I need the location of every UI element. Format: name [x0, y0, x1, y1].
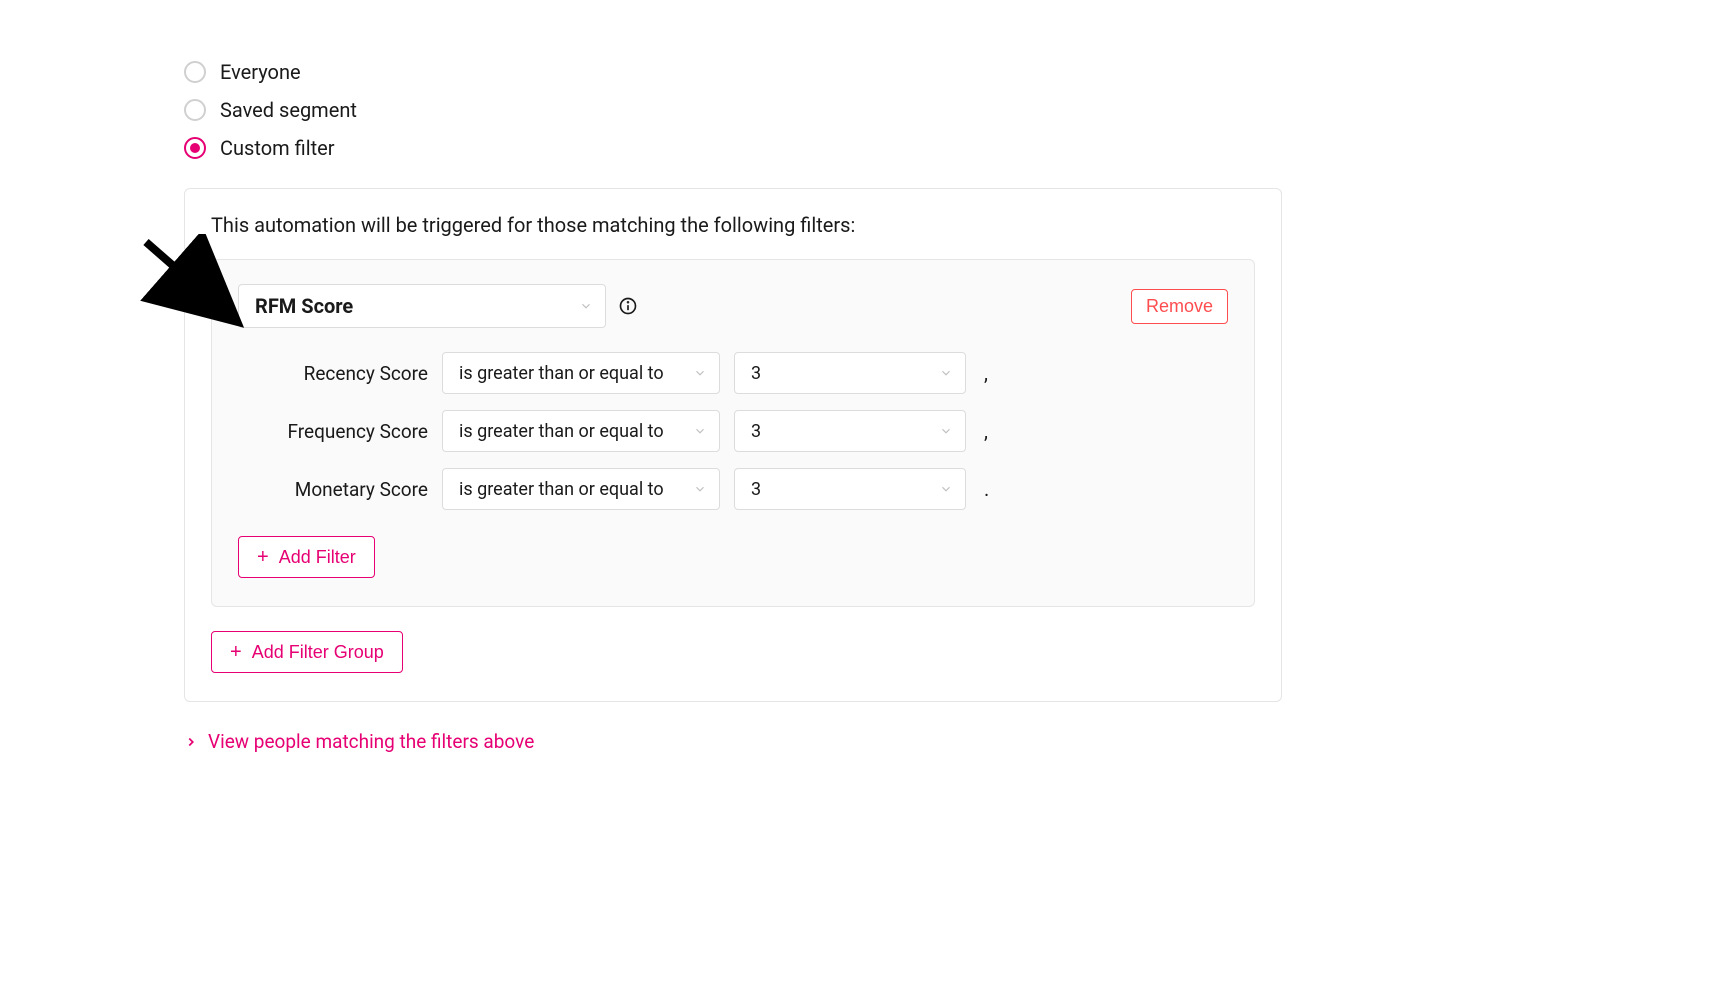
radio-label: Everyone	[220, 60, 301, 84]
chevron-down-icon	[939, 482, 953, 496]
filter-value: 3	[751, 363, 761, 384]
audience-type-radio-group: Everyone Saved segment Custom filter	[184, 60, 1721, 160]
row-punctuation: .	[980, 477, 989, 501]
filter-value-select[interactable]: 3	[734, 468, 966, 510]
filter-type-label: RFM Score	[255, 294, 353, 318]
radio-option-saved-segment[interactable]: Saved segment	[184, 98, 1721, 122]
plus-icon: +	[257, 547, 269, 567]
filter-rows: Recency Score is greater than or equal t…	[238, 352, 1228, 510]
filter-operator-select[interactable]: is greater than or equal to	[442, 410, 720, 452]
filter-param-label: Recency Score	[278, 362, 428, 385]
chevron-down-icon	[939, 366, 953, 380]
chevron-right-icon	[184, 735, 198, 749]
plus-icon: +	[230, 642, 242, 662]
add-filter-button[interactable]: + Add Filter	[238, 536, 375, 578]
remove-filter-group-button[interactable]: Remove	[1131, 289, 1228, 324]
intro-text: This automation will be triggered for th…	[211, 213, 1255, 237]
filter-operator-select[interactable]: is greater than or equal to	[442, 352, 720, 394]
row-punctuation: ,	[980, 419, 988, 443]
radio-label: Saved segment	[220, 98, 357, 122]
radio-label: Custom filter	[220, 136, 335, 160]
add-filter-group-button[interactable]: + Add Filter Group	[211, 631, 403, 673]
filter-value: 3	[751, 479, 761, 500]
info-icon[interactable]	[618, 296, 638, 316]
radio-option-everyone[interactable]: Everyone	[184, 60, 1721, 84]
view-matching-people-link[interactable]: View people matching the filters above	[184, 730, 534, 753]
radio-icon	[184, 99, 206, 121]
filter-row-frequency: Frequency Score is greater than or equal…	[238, 410, 1228, 452]
filter-value: 3	[751, 421, 761, 442]
filter-row-recency: Recency Score is greater than or equal t…	[238, 352, 1228, 394]
radio-icon	[184, 61, 206, 83]
chevron-down-icon	[939, 424, 953, 438]
filter-row-monetary: Monetary Score is greater than or equal …	[238, 468, 1228, 510]
filter-operator-value: is greater than or equal to	[459, 363, 664, 384]
row-punctuation: ,	[980, 361, 988, 385]
filter-group-header: RFM Score Remove	[238, 284, 1228, 328]
radio-option-custom-filter[interactable]: Custom filter	[184, 136, 1721, 160]
filter-operator-select[interactable]: is greater than or equal to	[442, 468, 720, 510]
add-filter-label: Add Filter	[279, 547, 356, 568]
add-filter-group-label: Add Filter Group	[252, 642, 384, 663]
chevron-down-icon	[693, 366, 707, 380]
filter-param-label: Monetary Score	[278, 478, 428, 501]
radio-icon	[184, 137, 206, 159]
filter-operator-value: is greater than or equal to	[459, 421, 664, 442]
filter-value-select[interactable]: 3	[734, 410, 966, 452]
chevron-down-icon	[693, 424, 707, 438]
filter-operator-value: is greater than or equal to	[459, 479, 664, 500]
filter-type-select[interactable]: RFM Score	[238, 284, 606, 328]
filter-group-card: RFM Score Remove Recency Score	[211, 259, 1255, 607]
filter-value-select[interactable]: 3	[734, 352, 966, 394]
chevron-down-icon	[693, 482, 707, 496]
custom-filter-card: This automation will be triggered for th…	[184, 188, 1282, 702]
filter-param-label: Frequency Score	[278, 420, 428, 443]
view-link-label: View people matching the filters above	[208, 730, 534, 753]
chevron-down-icon	[579, 299, 593, 313]
